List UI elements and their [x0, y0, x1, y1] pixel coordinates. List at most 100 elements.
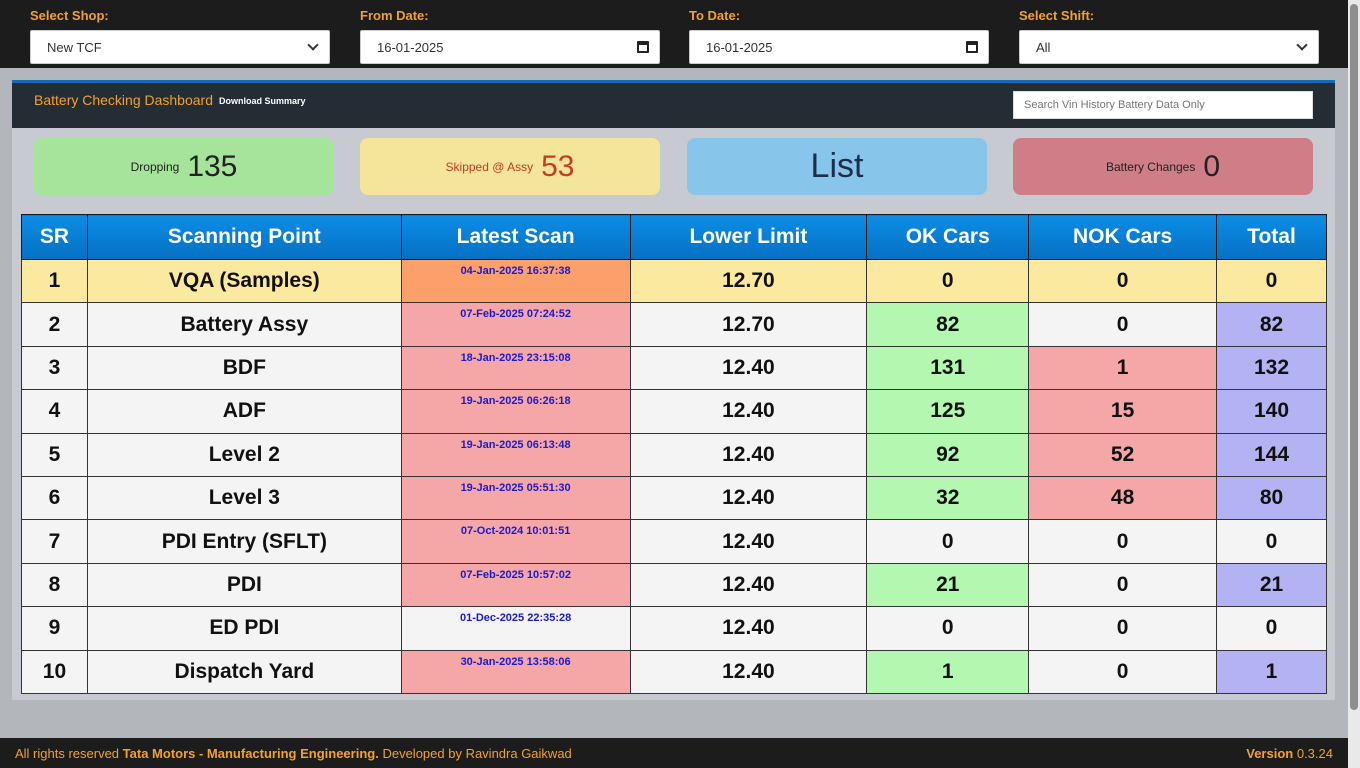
shop-select-value: New TCF: [47, 39, 102, 55]
cell-scan: 01-Dec-2025 22:35:28: [400, 606, 631, 651]
to-date-input[interactable]: 16-01-2025: [689, 30, 989, 64]
version-number: 0.3.24: [1296, 746, 1333, 761]
cell-ok[interactable]: 1: [866, 649, 1030, 694]
cell-total[interactable]: 0: [1216, 258, 1327, 304]
scrollbar-thumb[interactable]: [1350, 4, 1358, 710]
table-row[interactable]: 10 Dispatch Yard 30-Jan-2025 13:58:06 12…: [21, 649, 1327, 694]
cell-ok[interactable]: 0: [866, 606, 1030, 651]
chevron-down-icon: [1296, 39, 1308, 51]
cell-point: ADF: [86, 389, 402, 434]
cell-point: PDI Entry (SFLT): [86, 519, 402, 564]
cell-ok[interactable]: 131: [866, 345, 1030, 391]
table-row[interactable]: 2 Battery Assy 07-Feb-2025 07:24:52 12.7…: [21, 302, 1327, 347]
shift-select-value: All: [1036, 39, 1051, 55]
battery-changes-card[interactable]: Battery Changes 0: [1013, 138, 1313, 195]
shop-label: Select Shop:: [30, 8, 109, 23]
shop-filter: Select Shop: New TCF: [30, 8, 330, 64]
cell-ok[interactable]: 125: [866, 389, 1030, 434]
to-date-filter: To Date: 16-01-2025: [689, 8, 989, 64]
cell-scan: 18-Jan-2025 23:15:08: [400, 345, 631, 391]
cell-nok[interactable]: 52: [1028, 432, 1218, 477]
cell-point: Level 2: [86, 432, 402, 477]
header-sr: SR: [21, 214, 88, 260]
cell-nok[interactable]: 1: [1028, 345, 1218, 391]
cell-scan: 07-Feb-2025 10:57:02: [400, 562, 631, 608]
cell-limit: 12.70: [629, 258, 868, 304]
table-row[interactable]: 8 PDI 07-Feb-2025 10:57:02 12.40 21 0 21: [21, 562, 1327, 608]
dropping-card[interactable]: Dropping 135: [34, 138, 334, 195]
cell-nok[interactable]: 0: [1028, 649, 1218, 694]
skipped-count: 53: [541, 149, 575, 183]
cell-nok[interactable]: 0: [1028, 562, 1218, 608]
scanning-table: SR Scanning Point Latest Scan Lower Limi…: [21, 214, 1327, 694]
cell-nok[interactable]: 0: [1028, 606, 1218, 651]
header-total: Total: [1216, 214, 1327, 260]
table-row[interactable]: 4 ADF 19-Jan-2025 06:26:18 12.40 125 15 …: [21, 389, 1327, 434]
cell-nok[interactable]: 15: [1028, 389, 1218, 434]
table-row[interactable]: 7 PDI Entry (SFLT) 07-Oct-2024 10:01:51 …: [21, 519, 1327, 564]
cell-sr: 2: [21, 302, 88, 347]
list-card[interactable]: List: [687, 138, 987, 195]
calendar-icon[interactable]: [637, 41, 649, 53]
cell-point: ED PDI: [86, 606, 402, 651]
footer-developer: Developed by Ravindra Gaikwad: [382, 746, 572, 761]
cell-ok[interactable]: 0: [866, 258, 1030, 304]
table-row[interactable]: 3 BDF 18-Jan-2025 23:15:08 12.40 131 1 1…: [21, 345, 1327, 391]
cell-sr: 8: [21, 562, 88, 608]
shift-filter: Select Shift: All: [1019, 8, 1319, 64]
cell-ok[interactable]: 92: [866, 432, 1030, 477]
cell-total[interactable]: 0: [1216, 606, 1327, 651]
header-latest-scan: Latest Scan: [400, 214, 631, 260]
cell-total[interactable]: 21: [1216, 562, 1327, 608]
cell-total[interactable]: 82: [1216, 302, 1327, 347]
cell-nok[interactable]: 48: [1028, 475, 1218, 521]
dashboard-panel: Battery Checking Dashboard Download Summ…: [12, 80, 1335, 700]
cell-total[interactable]: 0: [1216, 519, 1327, 564]
shop-select[interactable]: New TCF: [30, 30, 330, 64]
from-date-label: From Date:: [360, 8, 429, 23]
cell-total[interactable]: 140: [1216, 389, 1327, 434]
cell-total[interactable]: 80: [1216, 475, 1327, 521]
from-date-value: 16-01-2025: [377, 39, 444, 55]
cell-scan: 04-Jan-2025 16:37:38: [400, 258, 631, 304]
cell-nok[interactable]: 0: [1028, 258, 1218, 304]
page-scrollbar[interactable]: [1348, 0, 1360, 768]
to-date-value: 16-01-2025: [706, 39, 773, 55]
cell-total[interactable]: 132: [1216, 345, 1327, 391]
download-summary-link[interactable]: Download Summary: [219, 96, 306, 106]
table-row[interactable]: 9 ED PDI 01-Dec-2025 22:35:28 12.40 0 0 …: [21, 606, 1327, 651]
cell-nok[interactable]: 0: [1028, 519, 1218, 564]
footer-version: Version 0.3.24: [1246, 746, 1333, 761]
from-date-filter: From Date: 16-01-2025: [360, 8, 660, 64]
cell-limit: 12.40: [629, 389, 868, 434]
from-date-input[interactable]: 16-01-2025: [360, 30, 660, 64]
footer-copyright: All rights reserved Tata Motors - Manufa…: [15, 746, 572, 761]
cell-nok[interactable]: 0: [1028, 302, 1218, 347]
cell-total[interactable]: 1: [1216, 649, 1327, 694]
calendar-icon[interactable]: [966, 41, 978, 53]
cell-limit: 12.40: [629, 345, 868, 391]
cell-sr: 1: [21, 258, 88, 304]
cell-scan: 30-Jan-2025 13:58:06: [400, 649, 631, 694]
cell-ok[interactable]: 0: [866, 519, 1030, 564]
cell-limit: 12.40: [629, 519, 868, 564]
vin-search-input[interactable]: [1013, 91, 1313, 119]
table-row[interactable]: 5 Level 2 19-Jan-2025 06:13:48 12.40 92 …: [21, 432, 1327, 477]
cell-ok[interactable]: 21: [866, 562, 1030, 608]
cell-point: Battery Assy: [86, 302, 402, 347]
table-row[interactable]: 1 VQA (Samples) 04-Jan-2025 16:37:38 12.…: [21, 258, 1327, 304]
cell-scan: 19-Jan-2025 06:13:48: [400, 432, 631, 477]
table-header-row: SR Scanning Point Latest Scan Lower Limi…: [21, 214, 1327, 260]
table-row[interactable]: 6 Level 3 19-Jan-2025 05:51:30 12.40 32 …: [21, 475, 1327, 521]
shift-select[interactable]: All: [1019, 30, 1319, 64]
cell-limit: 12.40: [629, 432, 868, 477]
skipped-card[interactable]: Skipped @ Assy 53: [360, 138, 660, 195]
cell-ok[interactable]: 32: [866, 475, 1030, 521]
cell-sr: 3: [21, 345, 88, 391]
cell-total[interactable]: 144: [1216, 432, 1327, 477]
panel-header: Battery Checking Dashboard Download Summ…: [12, 80, 1335, 128]
cell-ok[interactable]: 82: [866, 302, 1030, 347]
cell-point: PDI: [86, 562, 402, 608]
cell-scan: 07-Oct-2024 10:01:51: [400, 519, 631, 564]
cell-sr: 5: [21, 432, 88, 477]
